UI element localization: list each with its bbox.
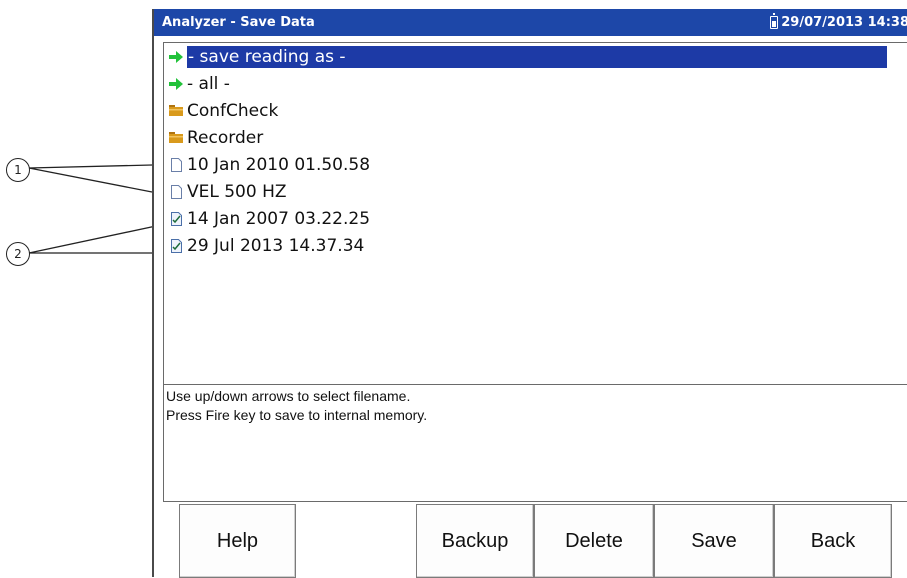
battery-icon — [770, 13, 779, 29]
list-item-file-1[interactable]: 10 Jan 2010 01.50.58 — [164, 151, 907, 178]
green-arrow-icon — [169, 77, 183, 91]
help-text-line-2: Press Fire key to save to internal memor… — [166, 407, 428, 423]
file-list[interactable]: - save reading as - - all - ConfCheck Re… — [163, 42, 907, 389]
delete-button[interactable]: Delete — [534, 504, 654, 578]
help-button[interactable]: Help — [179, 504, 296, 578]
callout-1: 1 — [6, 158, 30, 182]
help-text-panel: Use up/down arrows to select filename. P… — [163, 384, 907, 502]
file-icon — [169, 157, 183, 172]
folder-icon — [169, 104, 183, 118]
checked-file-icon — [169, 238, 183, 253]
help-text-line-1: Use up/down arrows to select filename. — [166, 388, 411, 404]
backup-button[interactable]: Backup — [416, 504, 534, 578]
list-item-file-3[interactable]: 14 Jan 2007 03.22.25 — [164, 205, 907, 232]
list-item-save-reading-as[interactable]: - save reading as - — [164, 43, 907, 70]
window-title: Analyzer - Save Data — [162, 15, 315, 30]
status-area: 29/07/2013 14:38 — [770, 13, 907, 30]
datetime: 29/07/2013 14:38 — [781, 15, 907, 30]
checked-file-icon — [169, 211, 183, 226]
list-item-confcheck[interactable]: ConfCheck — [164, 97, 907, 124]
folder-icon — [169, 131, 183, 145]
list-item-file-4[interactable]: 29 Jul 2013 14.37.34 — [164, 232, 907, 259]
analyzer-screen: Analyzer - Save Data 29/07/2013 14:38 - … — [152, 9, 907, 578]
file-icon — [169, 184, 183, 199]
save-button[interactable]: Save — [654, 504, 774, 578]
list-item-recorder[interactable]: Recorder — [164, 124, 907, 151]
green-arrow-icon — [169, 50, 183, 64]
back-button[interactable]: Back — [774, 504, 892, 578]
list-item-all[interactable]: - all - — [164, 70, 907, 97]
callout-2: 2 — [6, 242, 30, 266]
list-item-file-2[interactable]: VEL 500 HZ — [164, 178, 907, 205]
title-bar: Analyzer - Save Data 29/07/2013 14:38 — [154, 9, 907, 36]
